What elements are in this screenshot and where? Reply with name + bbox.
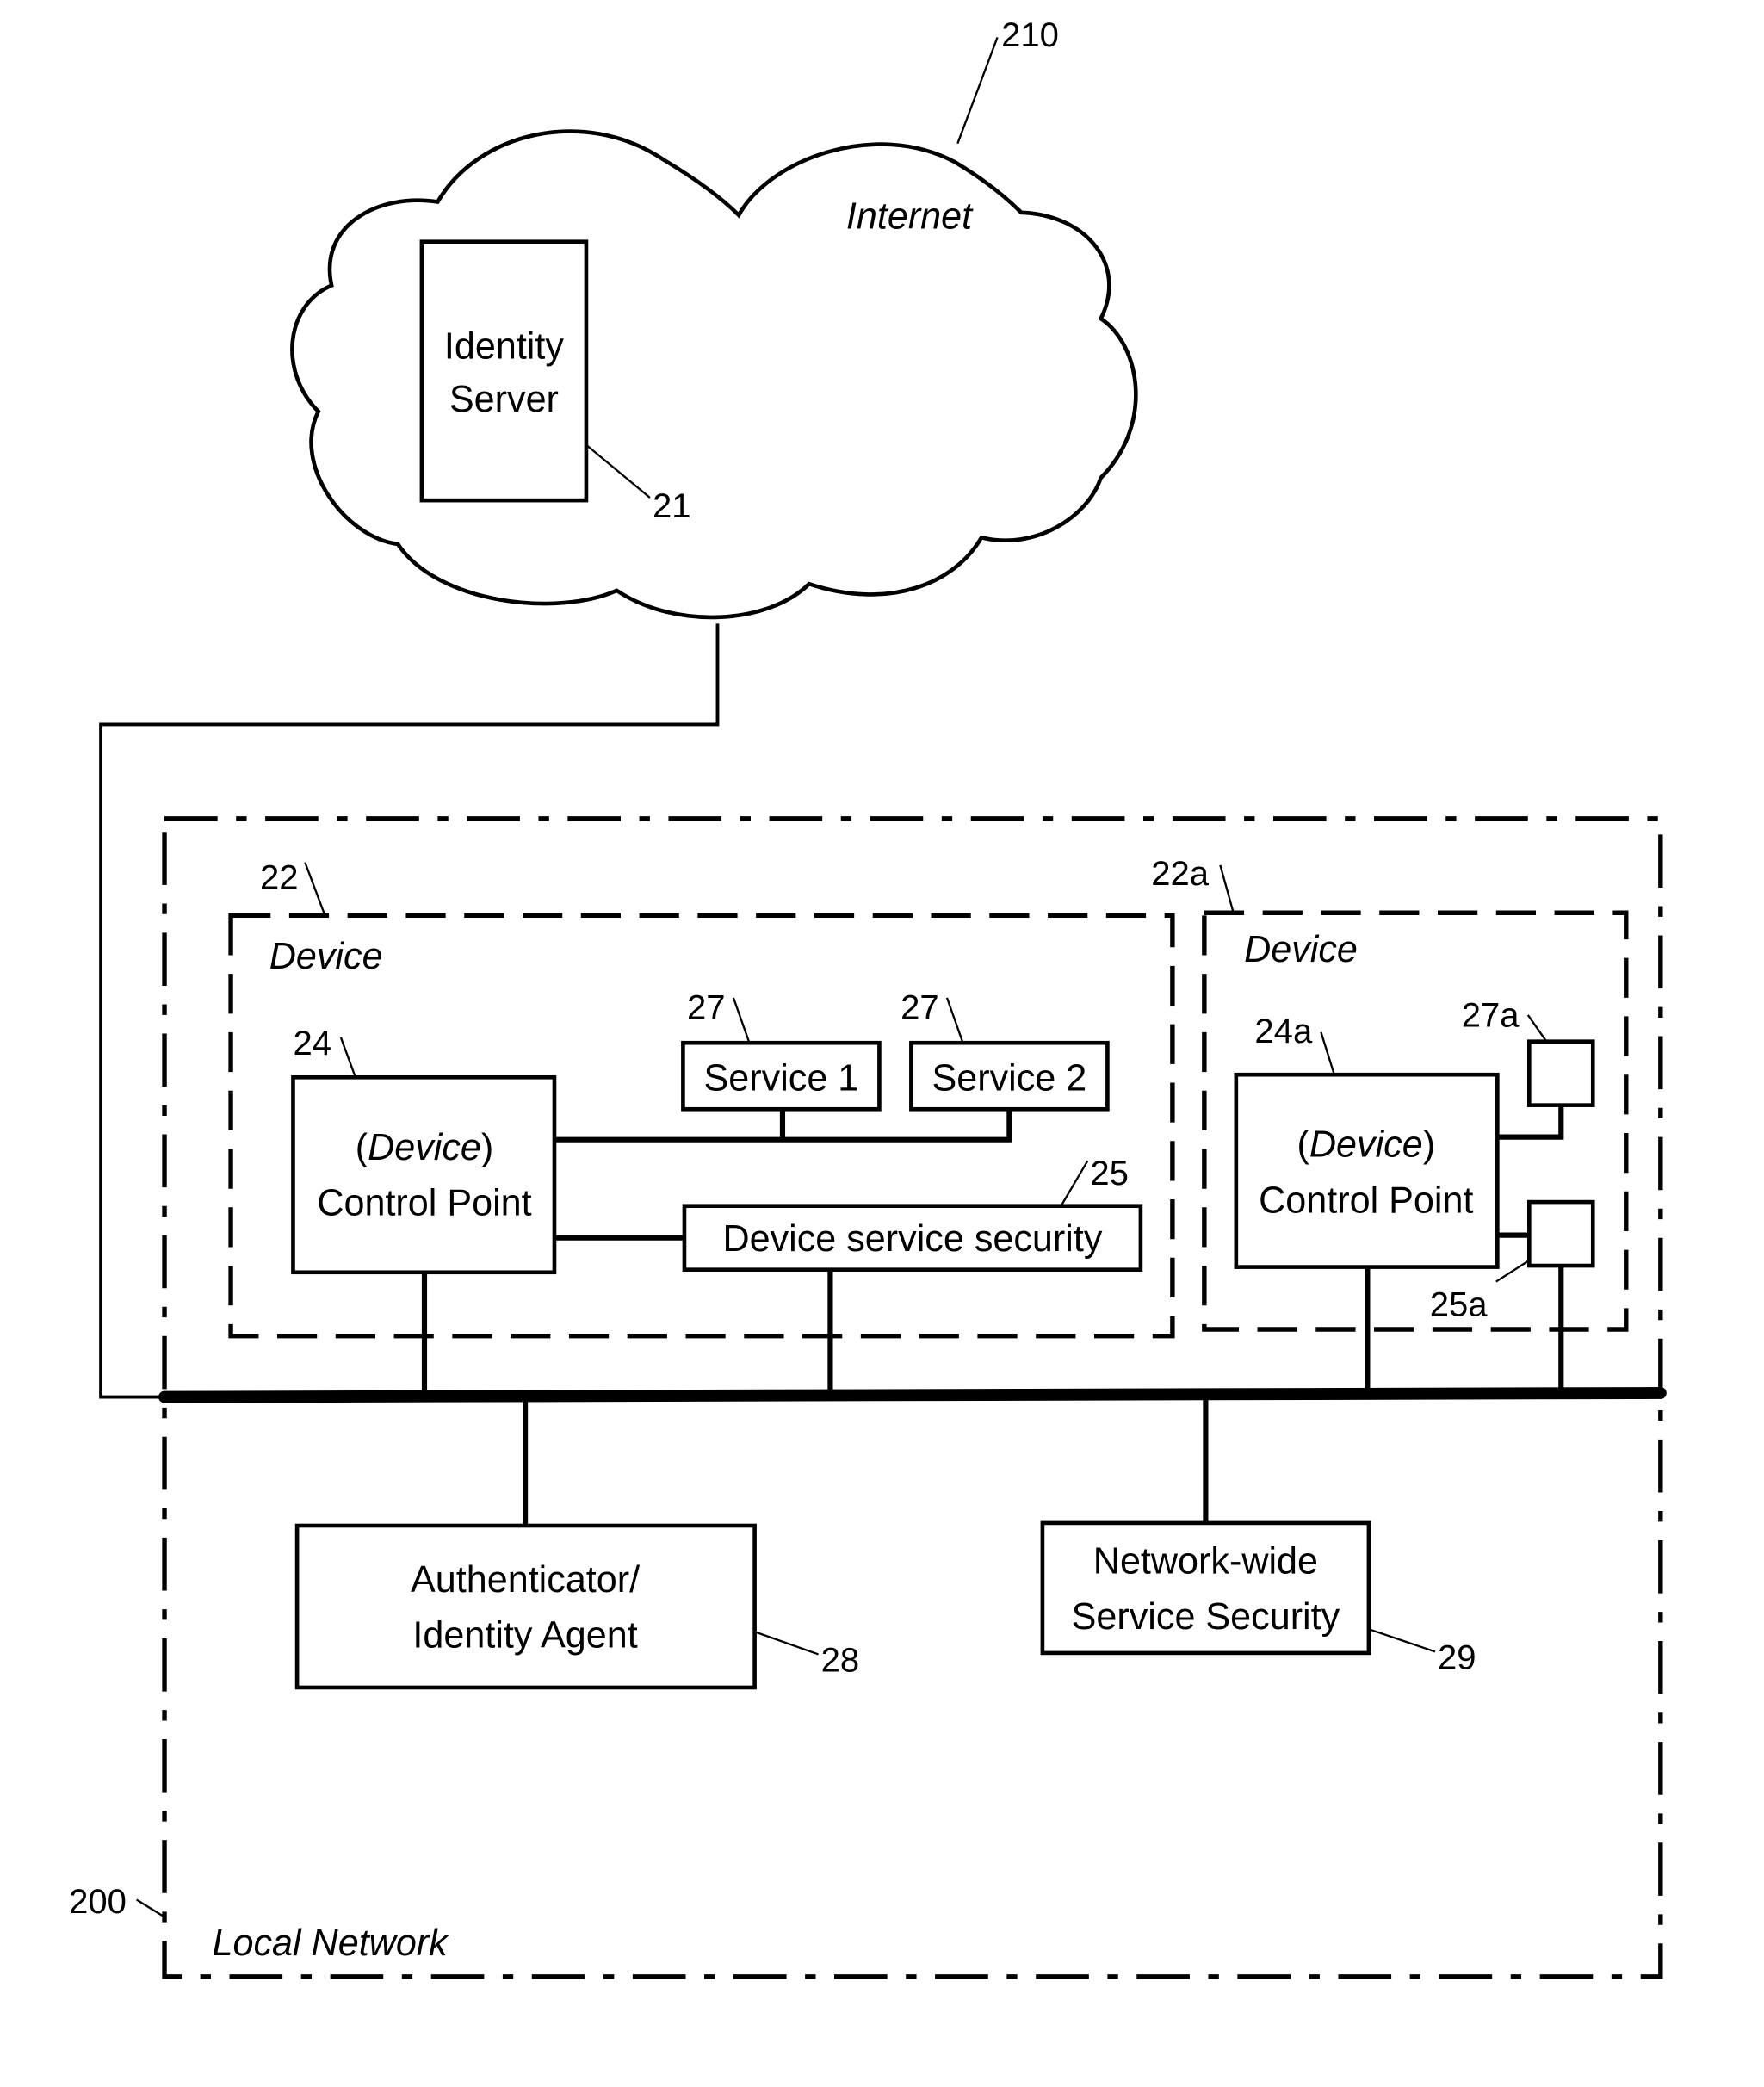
service-1-label: Service 1 (704, 1058, 859, 1099)
control-point-24a-box (1234, 1072, 1500, 1269)
control-point-24a-ref: 24a (1254, 1013, 1313, 1050)
identity-server-line1: Identity (444, 325, 564, 367)
service-2-ref-leader (945, 997, 964, 1044)
service-2-label: Service 2 (932, 1058, 1087, 1099)
identity-server-box (419, 239, 589, 503)
control-point-24-box (291, 1074, 557, 1275)
device-service-security-ref: 25 (1090, 1155, 1129, 1192)
internet-ref: 210 (1001, 16, 1059, 54)
network-security-ref: 29 (1438, 1638, 1476, 1676)
internet-cloud (290, 129, 1138, 620)
local-network-ref: 200 (69, 1883, 127, 1921)
device-22a-ref: 22a (1151, 855, 1210, 893)
authenticator-ref: 28 (821, 1641, 860, 1679)
device-service-security-ref-leader (1060, 1160, 1089, 1207)
service-27a-ref: 27a (1462, 997, 1520, 1035)
authenticator-line2: Identity Agent (412, 1615, 637, 1657)
device-22a-ref-leader (1219, 864, 1235, 913)
network-bus (158, 1387, 1667, 1403)
service-2-ref: 27 (901, 988, 939, 1026)
control-point-24-line2: Control Point (317, 1183, 531, 1224)
internet-label: Internet (846, 195, 974, 237)
control-point-24a-ref-leader (1320, 1031, 1335, 1075)
service-1-ref: 27 (687, 988, 726, 1026)
network-security-line2: Service Security (1072, 1596, 1340, 1638)
service-1-ref-leader (732, 997, 751, 1044)
internet-ref-leader (956, 37, 999, 145)
control-point-24a-line2: Control Point (1259, 1180, 1473, 1221)
service-27a-ref-leader (1526, 1014, 1548, 1043)
device-service-security-label: Device service security (722, 1218, 1102, 1260)
control-point-24-ref-leader (339, 1037, 356, 1078)
device-22-ref: 22 (260, 859, 299, 897)
network-diagram: 210 Internet Identity Server 21 Local Ne… (69, 16, 1667, 1979)
identity-server-line2: Server (449, 379, 559, 420)
local-network-ref-leader (136, 1898, 165, 1918)
authenticator-line1: Authenticator/ (411, 1559, 640, 1601)
service-27a-box (1527, 1039, 1595, 1107)
device-22-ref-leader (304, 862, 326, 916)
security-25a-ref-leader (1495, 1259, 1530, 1283)
device-22a-label: Device (1244, 929, 1358, 970)
internet-link (99, 623, 720, 1399)
network-security-ref-leader (1368, 1628, 1436, 1653)
control-point-24-ref: 24 (293, 1025, 331, 1062)
service-27a-link (1497, 1105, 1564, 1140)
device-22-label: Device (269, 936, 383, 977)
authenticator-box (294, 1523, 757, 1690)
network-security-line1: Network-wide (1093, 1540, 1318, 1582)
identity-server-ref: 21 (653, 487, 691, 525)
security-25a-box (1527, 1199, 1595, 1268)
control-point-24-line1: (Device) (356, 1127, 494, 1168)
security-25a-ref: 25a (1430, 1286, 1489, 1324)
control-point-24a-line1: (Device) (1297, 1124, 1436, 1166)
local-network-label: Local Network (212, 1923, 449, 1964)
authenticator-ref-leader (754, 1631, 819, 1656)
